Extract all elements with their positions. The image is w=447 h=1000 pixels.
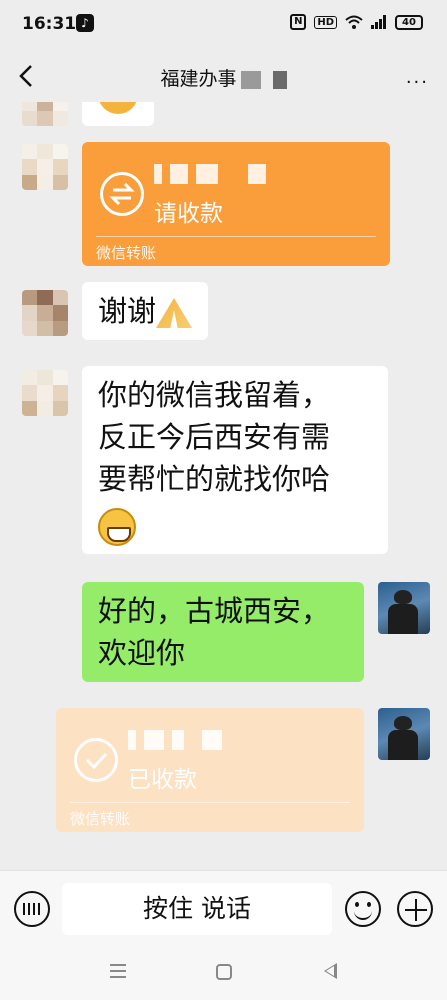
hd-icon: HD <box>314 15 337 29</box>
nfc-icon: N <box>290 14 307 30</box>
text-message[interactable]: 谢谢 <box>82 282 209 340</box>
transfer-label: 已收款 <box>128 767 197 793</box>
transfer-amount-redacted <box>128 730 222 750</box>
chat-title-text: 福建办事 <box>160 68 237 90</box>
message-line: 欢迎你 <box>98 636 186 670</box>
tiktok-icon: ♪ <box>76 14 94 32</box>
signal-icon <box>371 15 387 29</box>
my-avatar[interactable] <box>378 708 430 760</box>
chat-header: 福建办事 ··· <box>0 50 447 102</box>
avatar[interactable] <box>22 102 68 126</box>
system-nav-bar <box>0 950 447 1000</box>
avatar[interactable] <box>22 144 68 190</box>
my-avatar[interactable] <box>378 582 430 634</box>
text-message[interactable]: 你的微信我留着， 反正今后西安有需 要帮忙的就找你哈 <box>82 366 388 554</box>
battery-icon: 40 <box>395 14 423 30</box>
more-dots-icon[interactable]: ··· <box>406 72 429 93</box>
status-time: 16:31 <box>22 14 77 34</box>
back-triangle-icon[interactable] <box>324 963 337 979</box>
emoji-icon <box>98 102 138 114</box>
transfer-label: 请收款 <box>154 201 223 227</box>
message-line: 要帮忙的就找你哈 <box>98 462 331 496</box>
transfer-footer: 微信转账 <box>96 244 157 262</box>
chat-messages: 请收款 微信转账 谢谢 你的微信我留着， 反正今后西安有需 要帮忙的就找你哈 好… <box>0 102 447 870</box>
emoji-message[interactable] <box>82 102 154 126</box>
title-blur <box>272 70 287 89</box>
message-line: 反正今后西安有需 <box>98 420 331 454</box>
transfer-message[interactable]: 请收款 微信转账 <box>82 142 390 266</box>
transfer-footer: 微信转账 <box>70 810 131 828</box>
avatar[interactable] <box>22 370 68 416</box>
plus-icon[interactable] <box>397 891 433 927</box>
title-blur <box>240 70 261 89</box>
emoji-icon[interactable] <box>345 891 381 927</box>
divider <box>70 802 350 803</box>
menu-icon[interactable] <box>110 964 126 978</box>
wifi-icon <box>345 15 363 29</box>
praying-hands-emoji <box>156 298 193 328</box>
status-indicators: N HD 40 <box>290 14 423 30</box>
hold-to-talk-button[interactable]: 按住 说话 <box>62 883 332 935</box>
transfer-amount-redacted <box>154 164 266 184</box>
keyboard-icon[interactable] <box>14 891 50 927</box>
grinning-emoji <box>98 508 136 546</box>
text-message-sent[interactable]: 好的，古城西安， 欢迎你 <box>82 582 364 682</box>
transfer-icon <box>100 172 144 216</box>
transfer-received-message[interactable]: 已收款 微信转账 <box>56 708 364 832</box>
chat-title: 福建办事 <box>0 64 447 91</box>
input-bar: 按住 说话 <box>0 870 447 950</box>
message-line: 你的微信我留着， <box>98 378 331 412</box>
check-icon <box>74 738 118 782</box>
divider <box>96 236 376 237</box>
avatar[interactable] <box>22 290 68 336</box>
home-icon[interactable] <box>216 964 232 980</box>
status-bar: 16:31 ♪ N HD 40 <box>0 0 447 50</box>
message-line: 好的，古城西安， <box>98 594 331 628</box>
message-text: 谢谢 <box>98 294 157 328</box>
